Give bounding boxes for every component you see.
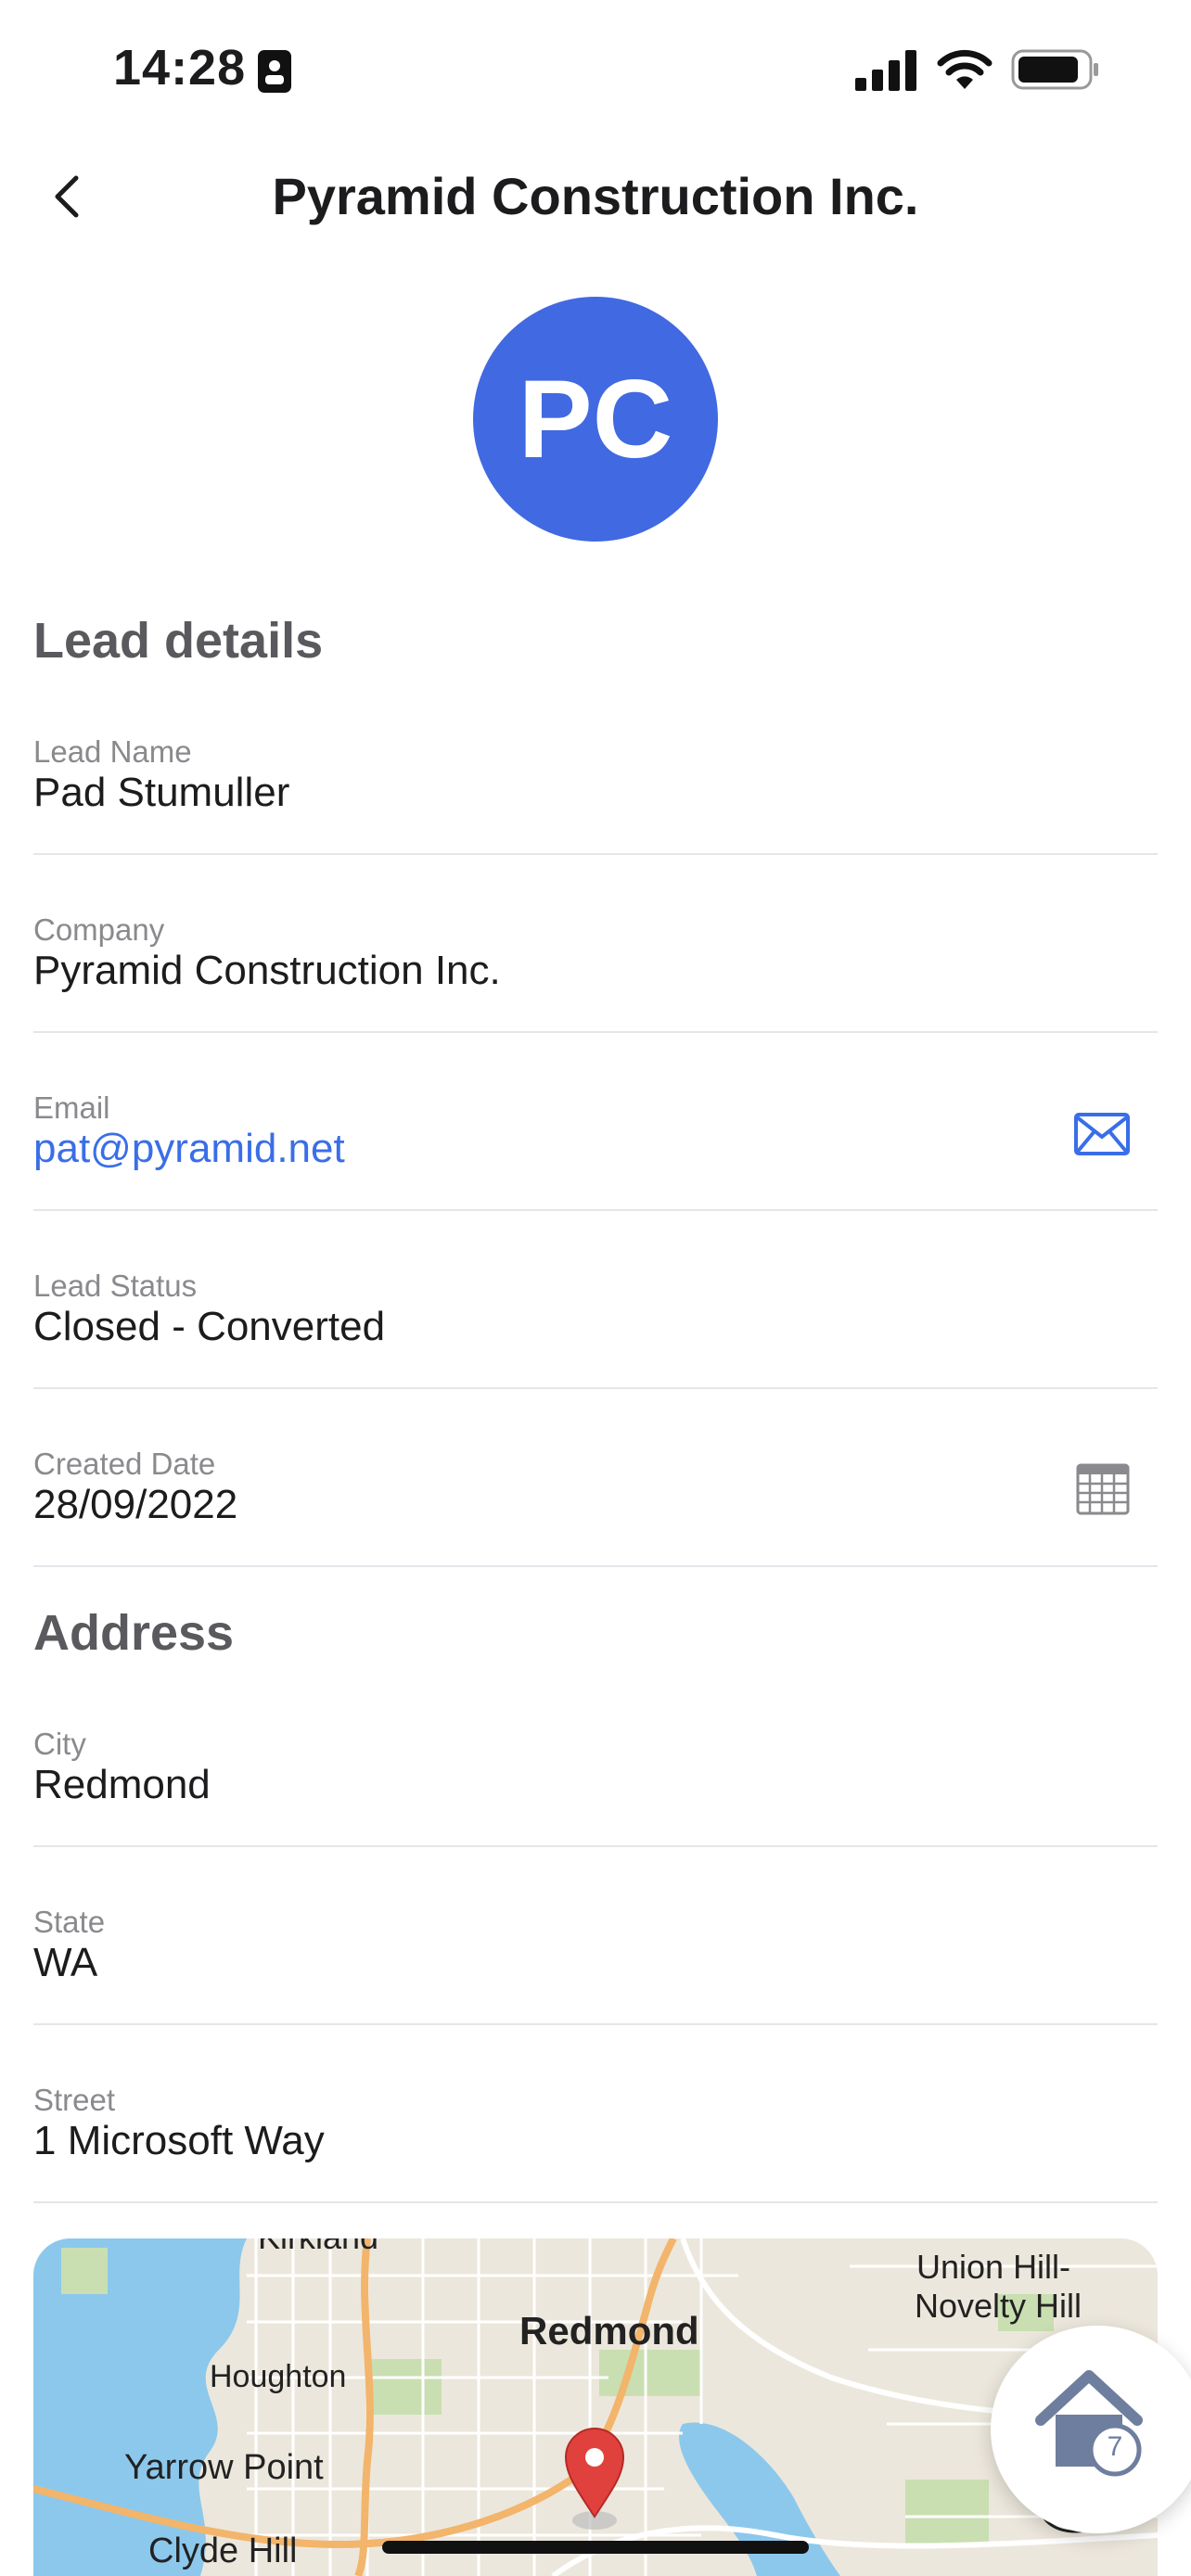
location-map[interactable]: Kirkland Union Hill- Novelty Hill Redmon… bbox=[33, 2238, 1158, 2576]
map-label-clyde-hill: Clyde Hill bbox=[148, 2531, 298, 2570]
field-value: Closed - Converted bbox=[33, 1304, 386, 1349]
map-label-novelty-hill: Novelty Hill bbox=[915, 2287, 1082, 2325]
field-value: 28/09/2022 bbox=[33, 1482, 238, 1527]
map-label-kirkland: Kirkland bbox=[258, 2238, 378, 2257]
lead-details-heading: Lead details bbox=[33, 613, 324, 669]
field-value: WA bbox=[33, 1940, 98, 1985]
wifi-icon bbox=[937, 49, 992, 89]
field-label: Street bbox=[33, 2083, 116, 2117]
field-label: Email bbox=[33, 1090, 110, 1125]
field-state[interactable]: State WA bbox=[33, 1905, 1158, 2025]
home-fab-button[interactable]: 7 bbox=[991, 2326, 1191, 2533]
field-company[interactable]: Company Pyramid Construction Inc. bbox=[33, 912, 1158, 1033]
home-icon bbox=[1035, 2370, 1143, 2477]
field-label: Company bbox=[33, 912, 165, 947]
home-indicator[interactable] bbox=[382, 2541, 809, 2554]
field-value: 1 Microsoft Way bbox=[33, 2118, 325, 2163]
mail-icon[interactable] bbox=[1074, 1113, 1130, 1155]
cellular-signal-icon bbox=[855, 50, 916, 91]
map-label-union-hill: Union Hill- bbox=[916, 2248, 1071, 2286]
field-value: Pad Stumuller bbox=[33, 770, 290, 815]
calendar-icon[interactable] bbox=[1076, 1461, 1130, 1515]
map-label-houghton: Houghton bbox=[210, 2359, 347, 2394]
field-lead-name[interactable]: Lead Name Pad Stumuller bbox=[33, 734, 1158, 855]
field-label: Created Date bbox=[33, 1447, 216, 1481]
field-lead-status[interactable]: Lead Status Closed - Converted bbox=[33, 1269, 1158, 1389]
avatar: PC bbox=[473, 297, 718, 542]
address-heading: Address bbox=[33, 1605, 235, 1661]
id-badge-icon bbox=[258, 50, 291, 93]
status-bar: 14:28 bbox=[0, 0, 1191, 139]
battery-icon bbox=[1011, 49, 1098, 90]
page-title: Pyramid Construction Inc. bbox=[272, 167, 919, 225]
map-label-yarrow-point: Yarrow Point bbox=[124, 2448, 324, 2487]
field-email[interactable]: Email pat@pyramid.net bbox=[33, 1090, 1158, 1211]
field-label: Lead Status bbox=[33, 1269, 198, 1303]
field-created-date[interactable]: Created Date 28/09/2022 bbox=[33, 1447, 1158, 1567]
field-city[interactable]: City Redmond bbox=[33, 1727, 1158, 1847]
email-link[interactable]: pat@pyramid.net bbox=[33, 1126, 345, 1172]
field-label: Lead Name bbox=[33, 734, 192, 769]
field-street[interactable]: Street 1 Microsoft Way bbox=[33, 2083, 1158, 2203]
field-label: State bbox=[33, 1905, 106, 1939]
fab-badge-count: 7 bbox=[1107, 2431, 1123, 2462]
field-label: City bbox=[33, 1727, 86, 1761]
map-label-redmond: Redmond bbox=[519, 2309, 699, 2353]
field-value: Redmond bbox=[33, 1762, 211, 1807]
status-time: 14:28 bbox=[113, 40, 247, 96]
field-value: Pyramid Construction Inc. bbox=[33, 948, 501, 993]
